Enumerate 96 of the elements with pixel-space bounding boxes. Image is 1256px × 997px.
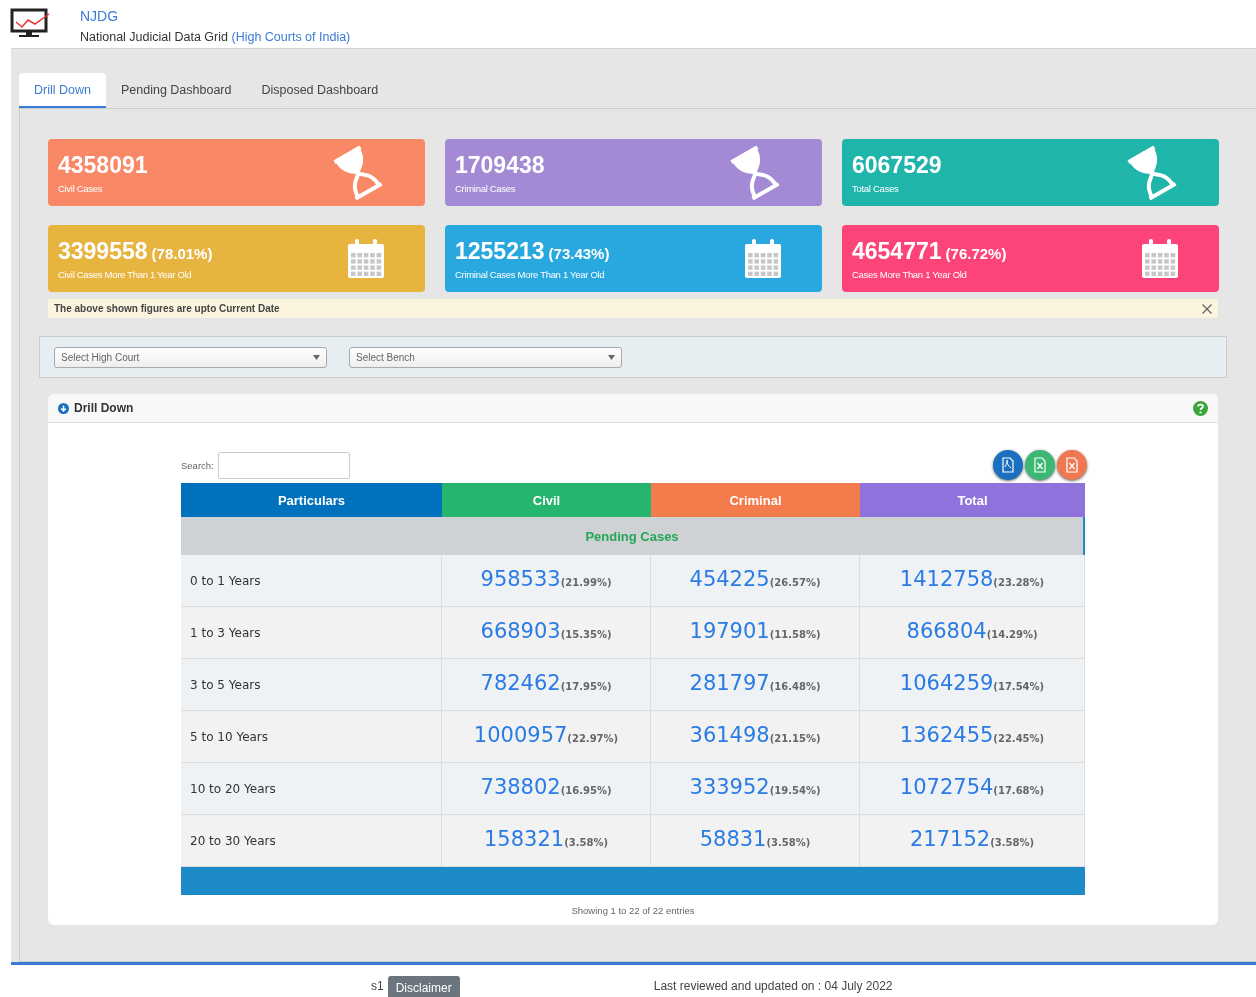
case-count[interactable]: 668903 [480, 619, 561, 643]
search-label: Search: [181, 459, 214, 471]
case-percent: (16.48%) [769, 681, 821, 692]
calendar-icon [347, 238, 385, 279]
stat-label: Criminal Cases [455, 182, 517, 194]
select-dropdown[interactable]: Select High Court [54, 346, 327, 368]
stat-value: 1709438 [455, 151, 545, 179]
stat-value: 4654771 [852, 237, 942, 265]
case-count[interactable]: 197901 [689, 619, 770, 643]
stat-label: Criminal Cases More Than 1 Year Old [455, 268, 606, 280]
case-percent: (3.58%) [766, 837, 811, 848]
caret-icon [608, 354, 615, 360]
case-count[interactable]: 333952 [689, 775, 770, 799]
stat-percent: (78.01%) [151, 244, 213, 262]
stat-label: Civil Cases More Than 1 Year Old [58, 268, 193, 280]
case-percent: (21.15%) [769, 733, 821, 744]
caret-icon [313, 354, 320, 360]
panel-title: Drill Down [74, 401, 134, 415]
case-count[interactable]: 361498 [689, 723, 770, 747]
calendar-icon [1141, 238, 1179, 279]
footer-code: s1 [371, 979, 384, 993]
help-icon[interactable] [1193, 400, 1208, 416]
case-percent: (11.58%) [769, 629, 821, 640]
case-percent: (21.99%) [560, 577, 612, 588]
case-count[interactable]: 738802 [480, 775, 561, 799]
case-percent: (14.29%) [986, 629, 1038, 640]
stat-label: Total Cases [852, 182, 900, 194]
stat-label: Civil Cases [58, 182, 104, 194]
tab[interactable]: Disposed Dashboard [246, 73, 394, 108]
row-label: 1 to 3 Years [181, 607, 442, 658]
case-count[interactable]: 782462 [480, 671, 561, 695]
case-percent: (15.35%) [560, 629, 612, 640]
case-percent: (23.28%) [993, 577, 1045, 588]
case-percent: (3.58%) [990, 837, 1034, 848]
monitor-chart-icon [10, 8, 50, 38]
collapse-icon[interactable] [58, 402, 69, 414]
subtitle-link[interactable]: (High Courts of India) [231, 30, 351, 44]
stat-percent: (76.72%) [945, 244, 1007, 262]
pdf-export-button[interactable] [993, 450, 1023, 480]
row-label: 3 to 5 Years [181, 659, 442, 710]
hourglass-icon [728, 145, 782, 200]
stat-value: 1255213 [455, 237, 545, 265]
export-button[interactable] [1057, 450, 1087, 480]
case-percent: (3.58%) [564, 837, 608, 848]
last-updated-text: Last reviewed and updated on : 04 July 2022 [653, 979, 893, 993]
search-field[interactable] [217, 451, 350, 479]
table-info: Showing 1 to 22 of 22 entries [570, 905, 696, 916]
file-icon [1064, 457, 1080, 473]
case-count[interactable]: 158321 [484, 827, 565, 851]
notice-text: The above shown figures are upto Current Date [54, 303, 280, 314]
case-count[interactable]: 1412758 [899, 567, 994, 591]
row-label: 5 to 10 Years [181, 711, 442, 762]
row-label: 0 to 1 Years [181, 555, 442, 606]
case-count[interactable]: 1072754 [899, 775, 994, 799]
hourglass-icon [1125, 145, 1179, 200]
column-header: Criminal [651, 483, 860, 517]
column-header: Civil [442, 483, 651, 517]
tab[interactable]: Pending Dashboard [105, 73, 247, 108]
stat-value: 6067529 [852, 151, 942, 179]
stat-value: 3399558 [58, 237, 148, 265]
column-header: Total [860, 483, 1085, 517]
file-icon [1000, 457, 1016, 473]
stat-label: Cases More Than 1 Year Old [852, 268, 968, 280]
case-count[interactable]: 1362455 [899, 723, 994, 747]
file-icon [1032, 457, 1048, 473]
calendar-icon [744, 238, 782, 279]
case-count[interactable]: 281797 [689, 671, 770, 695]
case-percent: (17.54%) [993, 681, 1045, 692]
column-header: Particulars [181, 483, 442, 517]
case-count[interactable]: 454225 [689, 567, 770, 591]
site-subtitle: National Judicial Data Grid (High Courts of India) [80, 30, 351, 44]
case-count[interactable]: 1000957 [473, 723, 568, 747]
tab[interactable]: Drill Down [19, 73, 106, 108]
hourglass-icon [331, 145, 385, 200]
case-count[interactable]: 1064259 [899, 671, 994, 695]
row-label: 20 to 30 Years [181, 815, 442, 866]
case-percent: (22.45%) [993, 733, 1045, 744]
case-percent: (26.57%) [769, 577, 821, 588]
case-percent: (17.68%) [993, 785, 1045, 796]
case-count[interactable]: 958533 [480, 567, 561, 591]
excel-export-button[interactable] [1025, 450, 1055, 480]
close-icon[interactable] [1202, 303, 1212, 314]
case-percent: (19.54%) [769, 785, 821, 796]
case-count[interactable]: 866804 [906, 619, 987, 643]
case-percent: (16.95%) [560, 785, 612, 796]
row-label: 10 to 20 Years [181, 763, 442, 814]
case-percent: (17.95%) [560, 681, 612, 692]
disclaimer-button[interactable]: Disclaimer [387, 976, 460, 997]
case-percent: (22.97%) [567, 733, 619, 744]
site-title: NJDG [80, 8, 120, 24]
select-dropdown[interactable]: Select Bench [349, 346, 622, 368]
group-header: Pending Cases [181, 517, 1085, 555]
stat-value: 4358091 [58, 151, 148, 179]
stat-percent: (73.43%) [548, 244, 610, 262]
case-count[interactable]: 217152 [910, 827, 991, 851]
case-count[interactable]: 58831 [699, 827, 767, 851]
